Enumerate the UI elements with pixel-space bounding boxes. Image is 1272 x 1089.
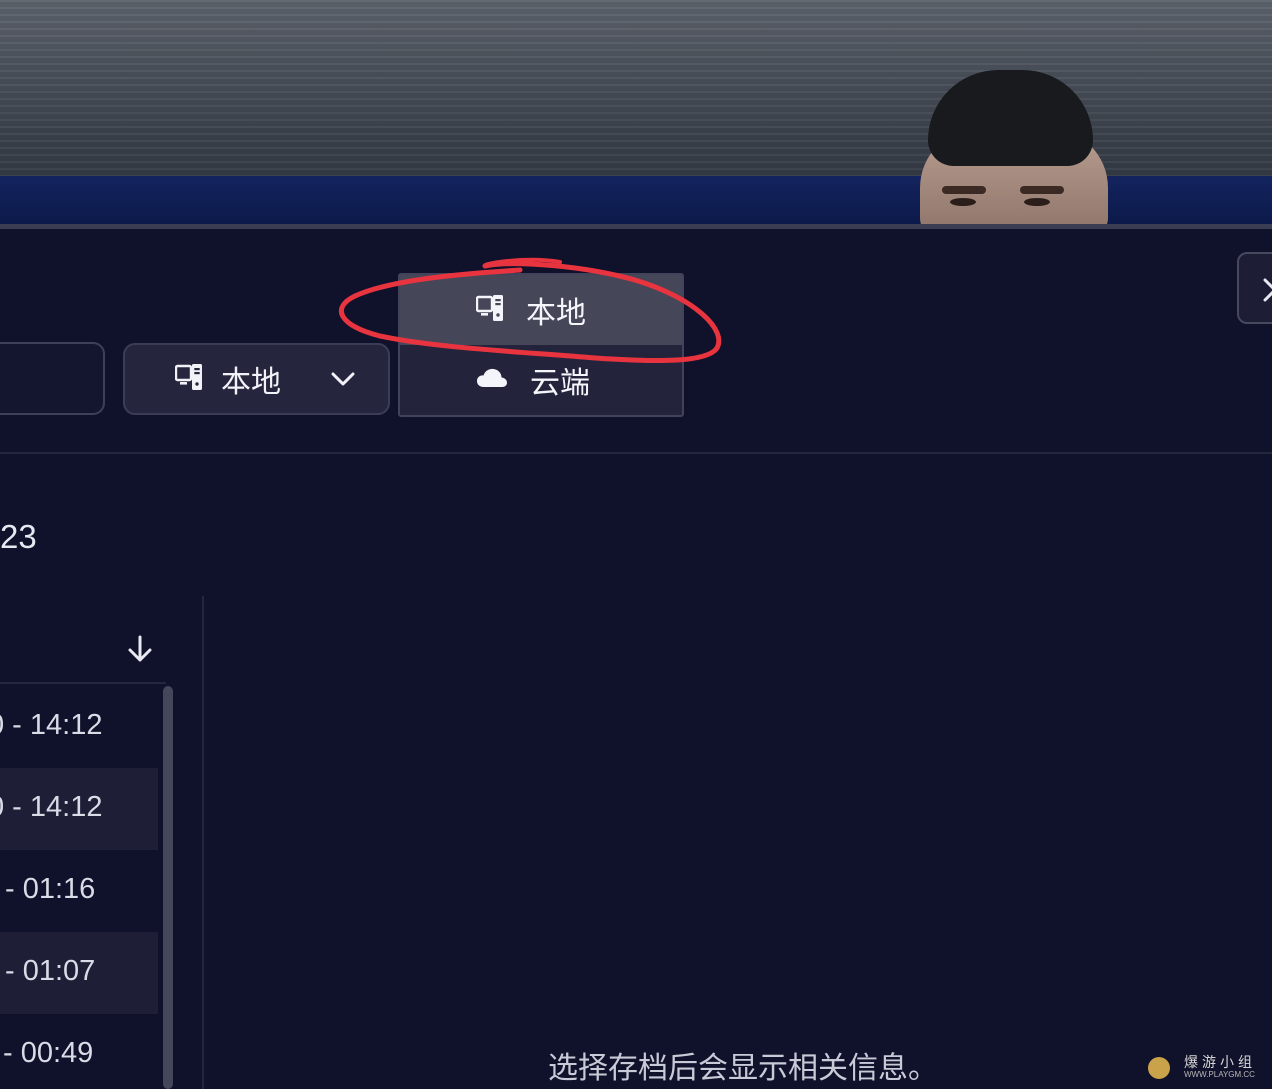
- game-save-screen: 本地 本地 云端 23 - 14:12 - 14:12 - 01:16 - 01…: [0, 0, 1272, 1089]
- search-input[interactable]: [0, 342, 105, 415]
- save-list-item-time: - 00:49: [3, 1037, 94, 1069]
- save-list-item[interactable]: - 01:07: [0, 932, 158, 1014]
- watermark-text: 爆游小组: [1184, 1054, 1256, 1070]
- close-icon: [1261, 276, 1272, 309]
- chevron-down-icon: [331, 371, 355, 392]
- storage-option-cloud[interactable]: 云端: [400, 345, 682, 415]
- arrow-down-icon: [125, 635, 155, 668]
- save-list-item-time: - 01:16: [5, 873, 96, 905]
- game-scene-background: [0, 0, 1272, 224]
- storage-option-local[interactable]: 本地: [400, 275, 682, 345]
- list-header-divider: [0, 682, 166, 684]
- sort-button[interactable]: [125, 634, 155, 664]
- save-count: 23: [0, 518, 37, 555]
- save-list-item-time: - 01:07: [5, 955, 96, 987]
- watermark-url: WWW.PLAYGM.CC: [1184, 1070, 1255, 1079]
- save-list-item-time: 0 - 14:12: [0, 709, 103, 741]
- watermark-logo: [1148, 1057, 1170, 1079]
- panel-border: [0, 224, 1272, 229]
- save-list-item[interactable]: - 01:16: [0, 850, 158, 932]
- storage-option-label: 本地: [526, 297, 586, 330]
- divider: [0, 452, 1272, 454]
- cloud-icon: [476, 366, 508, 395]
- storage-dropdown-menu: 本地 云端: [398, 273, 684, 417]
- list-scrollbar[interactable]: [163, 686, 173, 1089]
- storage-select-label: 本地: [221, 366, 281, 399]
- close-button[interactable]: [1237, 252, 1272, 324]
- save-list-item[interactable]: - 00:49: [0, 1014, 158, 1089]
- storage-option-label: 云端: [530, 367, 590, 400]
- save-list-item-time: 0 - 14:12: [0, 791, 103, 823]
- computer-icon: [475, 294, 504, 327]
- save-list-item[interactable]: 0 - 14:12: [0, 686, 158, 768]
- detail-hint-text: 选择存档后会显示相关信息。: [548, 1052, 938, 1085]
- storage-select-button[interactable]: 本地: [123, 343, 390, 415]
- save-list-item[interactable]: 0 - 14:12: [0, 768, 158, 850]
- site-watermark: 爆游小组 WWW.PLAYGM.CC: [1146, 1052, 1268, 1082]
- computer-icon: [174, 363, 203, 396]
